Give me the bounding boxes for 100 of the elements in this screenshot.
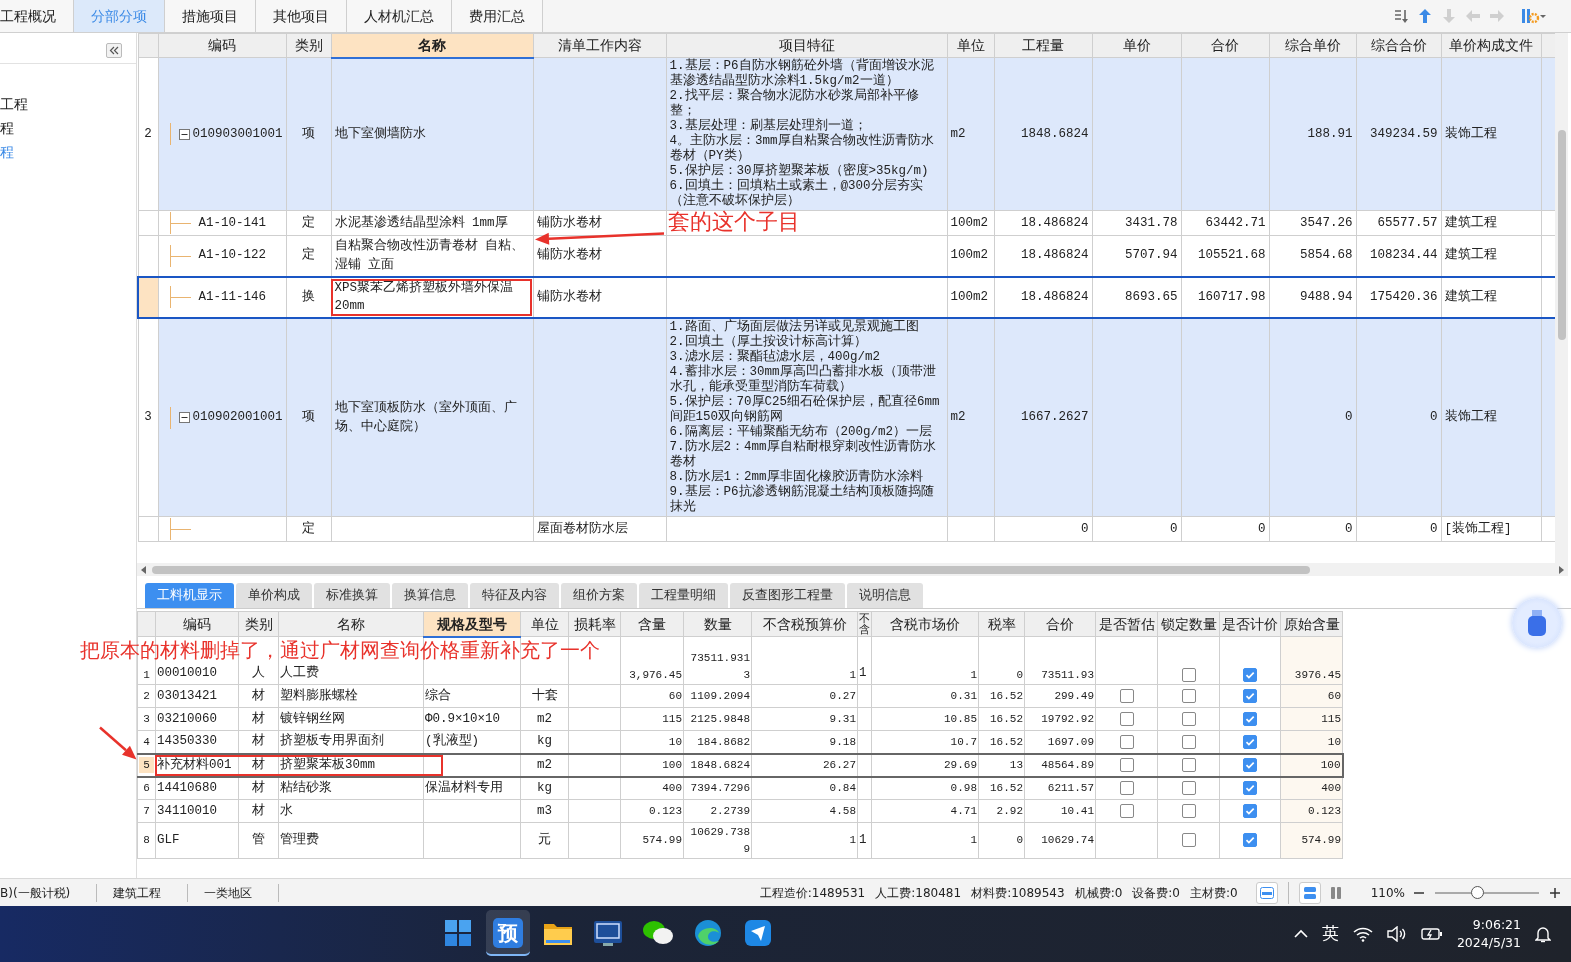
scrollbar[interactable] <box>1555 33 1568 563</box>
column-header[interactable]: 是否暂估 <box>1095 611 1158 637</box>
table-row[interactable] <box>138 57 1555 211</box>
column-header[interactable]: 名称 <box>331 33 533 58</box>
slider-thumb[interactable] <box>1470 885 1484 899</box>
column-header[interactable]: 税率 <box>978 611 1025 637</box>
view-button[interactable] <box>1255 881 1278 904</box>
table-row[interactable]: 定 屋面卷材防水层 0 0 0 0 0 [装饰工程] <box>138 516 1555 542</box>
column-header[interactable]: 工程量 <box>994 33 1092 58</box>
checkbox[interactable] <box>1243 803 1257 818</box>
checkbox[interactable] <box>1181 688 1196 703</box>
table-cell: 3547.26 <box>1269 210 1356 236</box>
sort-icon[interactable] <box>1393 8 1409 24</box>
checkbox[interactable] <box>1181 711 1196 726</box>
floating-button[interactable] <box>1512 598 1562 648</box>
checkbox[interactable] <box>1119 781 1134 796</box>
table-cell: kg <box>537 734 552 749</box>
layout-button[interactable] <box>1298 881 1321 904</box>
table-cell: 16.52 <box>990 712 1023 725</box>
column-header[interactable]: 项目特征 <box>666 33 947 58</box>
column-header[interactable]: 含税市场价 <box>871 611 979 637</box>
chevron-up-icon[interactable] <box>1293 929 1308 939</box>
column-header[interactable]: 合价 <box>1181 33 1269 58</box>
column-header[interactable]: 编码 <box>158 33 286 58</box>
checkbox[interactable] <box>1243 781 1257 796</box>
checkbox[interactable] <box>1181 781 1196 796</box>
taskbar-button[interactable]: 预 <box>486 910 530 956</box>
checkbox[interactable] <box>1119 803 1134 818</box>
sidebar-item[interactable]: 程 <box>0 116 14 140</box>
column-header[interactable]: 锁定数量 <box>1157 611 1220 637</box>
collapse-button[interactable] <box>106 42 122 58</box>
checkbox[interactable] <box>1243 734 1257 749</box>
column-header[interactable]: 类别 <box>286 33 331 58</box>
column-header[interactable]: 类别 <box>238 611 279 637</box>
sidebar-item[interactable]: 工程 <box>0 92 28 116</box>
column-header[interactable]: 数量 <box>683 611 752 637</box>
column-header[interactable]: 单价 <box>1092 33 1181 58</box>
checkbox[interactable] <box>1243 757 1257 772</box>
table-cell: 材 <box>252 711 265 726</box>
column-header[interactable]: 损耗率 <box>568 611 621 637</box>
checkbox[interactable] <box>1181 833 1196 848</box>
tab[interactable]: 换算信息 <box>392 583 468 608</box>
column-header[interactable]: 含量 <box>620 611 684 637</box>
checkbox[interactable] <box>1243 667 1257 682</box>
column-header[interactable]: 综合合价 <box>1356 33 1441 58</box>
input-method-indicator[interactable]: 英 <box>1321 921 1339 947</box>
column-header[interactable]: 不含税预算价 <box>751 611 858 637</box>
checkbox[interactable] <box>1243 688 1257 703</box>
scrollbar[interactable] <box>137 563 1568 576</box>
checkbox[interactable] <box>1243 833 1257 848</box>
gear-icon[interactable] <box>1521 7 1547 25</box>
checkbox[interactable] <box>1243 711 1257 726</box>
tab[interactable]: 标准换算 <box>314 583 390 608</box>
collapse-icon[interactable] <box>178 128 190 140</box>
column-header[interactable]: 单位 <box>520 611 569 637</box>
wifi-icon[interactable] <box>1352 926 1373 942</box>
column-header[interactable]: 是否计价 <box>1219 611 1281 637</box>
checkbox[interactable] <box>1181 734 1196 749</box>
table-cell: 0.98 <box>950 782 977 794</box>
checkbox[interactable] <box>1119 757 1134 772</box>
checkbox[interactable] <box>1181 803 1196 818</box>
column-header[interactable]: 规格及型号 <box>423 611 521 637</box>
tab[interactable]: 说明信息 <box>847 583 923 608</box>
checkbox[interactable] <box>1181 757 1196 772</box>
tab[interactable]: 工程量明细 <box>639 583 728 608</box>
collapse-icon[interactable] <box>178 412 190 423</box>
tab[interactable]: 反查图形工程量 <box>730 583 845 608</box>
table-cell: 48564.89 <box>1041 758 1094 771</box>
tab[interactable]: 单价构成 <box>236 583 312 608</box>
battery-icon[interactable] <box>1420 926 1443 942</box>
sidebar-item[interactable]: 程 <box>0 140 14 164</box>
tab[interactable]: 工程概况 <box>0 0 74 32</box>
checkbox[interactable] <box>1119 711 1134 726</box>
column-header[interactable]: 编码 <box>155 611 239 637</box>
column-header[interactable]: 合价 <box>1024 611 1096 637</box>
column-header[interactable]: 综合单价 <box>1269 33 1356 58</box>
table-cell: 184.8682 <box>697 735 750 748</box>
table-row[interactable] <box>138 318 1555 517</box>
zoom-in-icon[interactable] <box>1549 886 1561 899</box>
checkbox[interactable] <box>1181 667 1196 682</box>
column-header[interactable]: 清单工作内容 <box>533 33 666 58</box>
checkbox[interactable] <box>1119 734 1134 749</box>
arrow <box>99 726 137 760</box>
column-header[interactable]: 名称 <box>278 611 424 637</box>
speaker-icon[interactable] <box>1386 926 1407 942</box>
tab[interactable]: 特征及内容 <box>470 583 559 608</box>
bell-icon[interactable] <box>1535 925 1551 943</box>
table-cell: 400 <box>662 782 682 794</box>
app-icon <box>744 919 772 947</box>
status-text: 设备费:0 <box>1132 884 1180 902</box>
column-header[interactable]: 单价构成文件 <box>1441 33 1541 58</box>
column-header[interactable]: 单位 <box>947 33 994 58</box>
table-cell: m3 <box>537 803 552 818</box>
checkbox[interactable] <box>1119 688 1134 703</box>
row-number[interactable]: 5 <box>139 756 154 774</box>
column-header[interactable]: 原始含量 <box>1280 611 1343 637</box>
table-cell: 0.84 <box>829 782 856 794</box>
table-cell: 1848.6824 <box>690 758 750 771</box>
tab[interactable]: 组价方案 <box>561 583 637 608</box>
arrow-up-icon[interactable] <box>1417 8 1433 24</box>
